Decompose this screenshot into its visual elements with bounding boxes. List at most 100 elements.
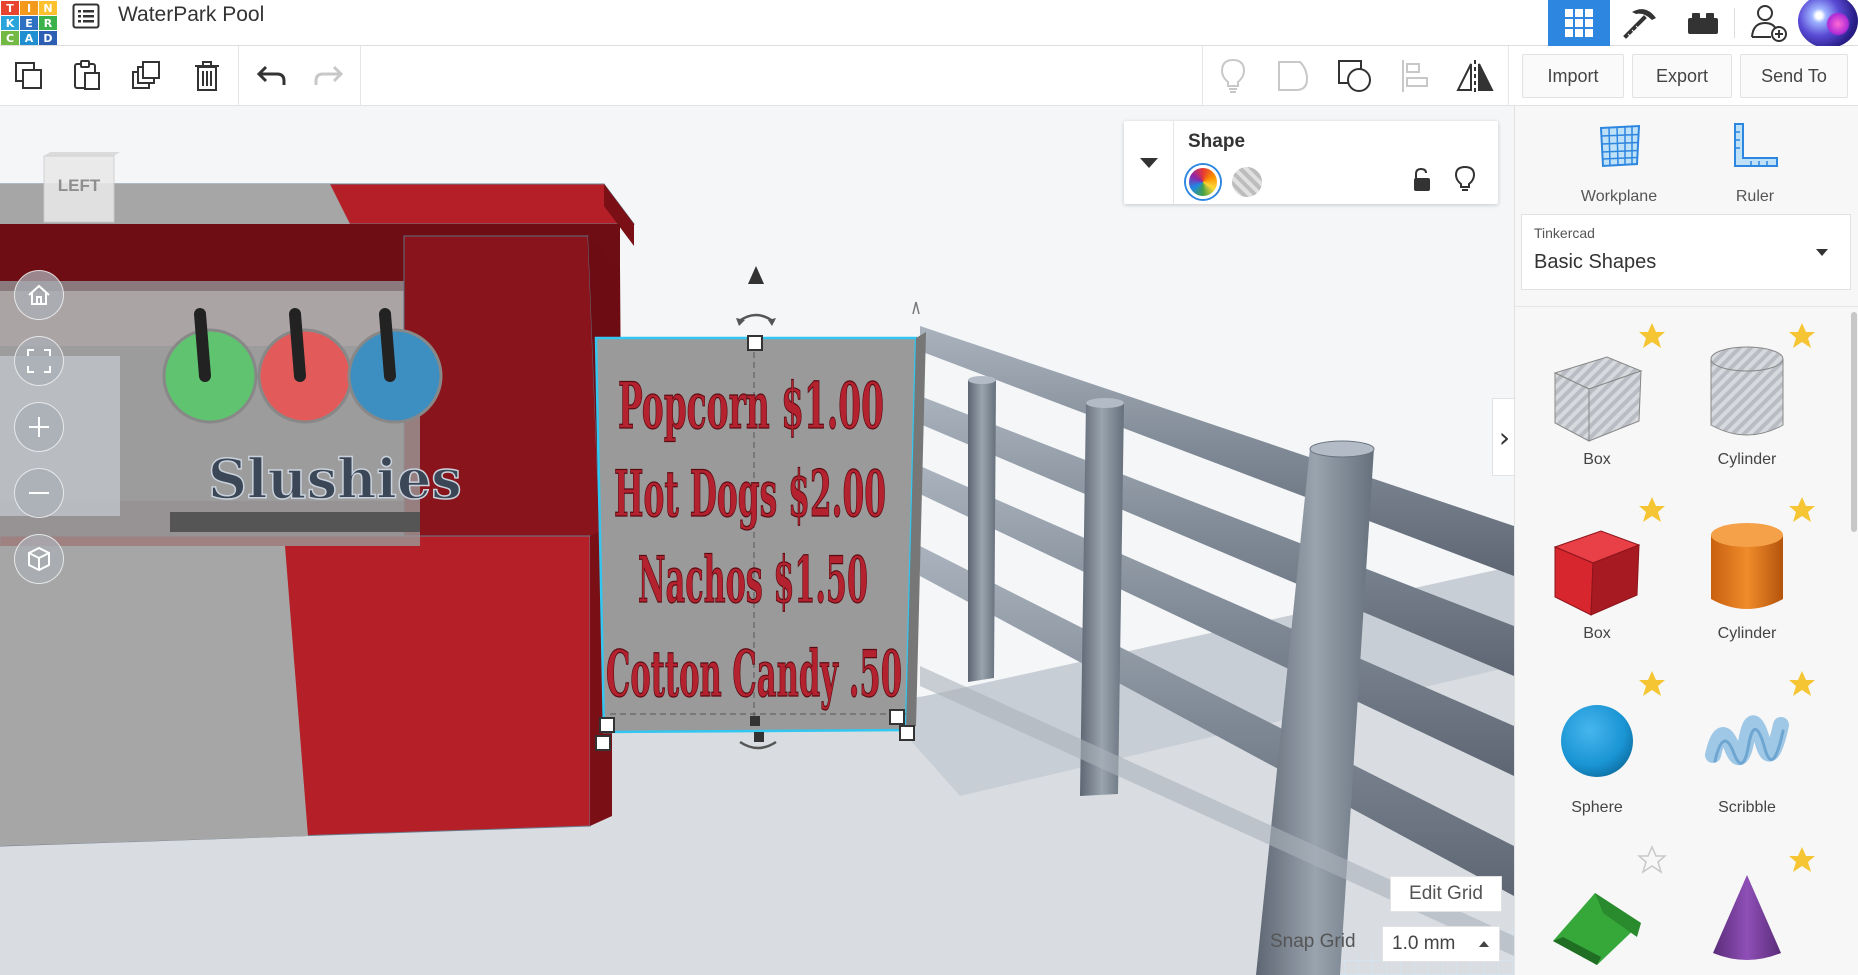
shape-sphere[interactable]: Sphere xyxy=(1527,667,1667,827)
library-provider: Tinkercad xyxy=(1534,225,1595,241)
lock-button[interactable] xyxy=(1411,167,1435,195)
shape-grid: Box Cylinder Box Cylinder Sphere Scribbl… xyxy=(1515,306,1858,975)
snap-grid-select[interactable]: 1.0 mm xyxy=(1382,926,1500,962)
import-button[interactable]: Import xyxy=(1522,54,1624,98)
box-hole-shape xyxy=(1553,356,1643,442)
align-button[interactable] xyxy=(1392,54,1438,98)
notes-button[interactable] xyxy=(1210,54,1256,98)
logo-letter: A xyxy=(20,31,38,45)
ruler-tool[interactable]: Ruler xyxy=(1695,118,1815,205)
snap-grid-label: Snap Grid xyxy=(1270,931,1356,952)
3d-design-view-button[interactable] xyxy=(1548,0,1610,46)
favorite-star-icon[interactable] xyxy=(1637,669,1667,699)
align-icon xyxy=(1402,60,1428,92)
mirror-button[interactable] xyxy=(1452,54,1498,98)
hint-button[interactable] xyxy=(1454,165,1478,195)
ungroup-icon xyxy=(1338,60,1371,92)
plus-icon xyxy=(29,417,49,437)
cone-shape xyxy=(1713,875,1781,960)
roof-shape xyxy=(1553,893,1641,965)
favorite-star-icon[interactable] xyxy=(1787,669,1817,699)
shape-roof[interactable] xyxy=(1527,843,1667,975)
toolbar-divider xyxy=(360,46,361,106)
zoom-in-button[interactable] xyxy=(14,402,64,452)
panel-toggle-button[interactable]: › xyxy=(1492,398,1516,476)
chevron-right-icon: › xyxy=(1498,420,1511,454)
sign-line-1: Popcorn $1.00 xyxy=(618,369,884,444)
home-icon xyxy=(28,284,50,305)
unlock-icon xyxy=(1414,167,1430,191)
shapes-scrollbar[interactable] xyxy=(1851,312,1857,532)
3d-viewport[interactable]: Slushies Popcorn $1.00 Hot Dogs $2.00 Na… xyxy=(0,106,1514,975)
favorite-star-icon[interactable] xyxy=(1787,845,1817,875)
solid-color-swatch[interactable] xyxy=(1186,165,1220,199)
workplane-tool[interactable]: Workplane xyxy=(1559,118,1679,205)
avatar[interactable] xyxy=(1798,0,1858,48)
caret-down-icon xyxy=(1816,249,1828,256)
scribble-shape xyxy=(1705,715,1789,765)
concession-stand[interactable] xyxy=(0,183,635,847)
cube-icon xyxy=(28,546,50,572)
logo-letter: K xyxy=(1,16,19,30)
sign-line-3: Nachos $1.50 xyxy=(638,543,868,618)
redo-button[interactable] xyxy=(306,54,352,98)
group-button[interactable] xyxy=(1270,54,1316,98)
slushies-label: Slushies xyxy=(208,447,462,511)
toolbar-divider xyxy=(238,46,239,106)
scene-canvas[interactable]: Slushies Popcorn $1.00 Hot Dogs $2.00 Na… xyxy=(0,106,1514,975)
favorite-star-icon[interactable] xyxy=(1787,321,1817,351)
invite-user-button[interactable] xyxy=(1738,0,1800,46)
logo-letter: E xyxy=(20,16,38,30)
shape-label: Box xyxy=(1583,451,1611,468)
toolbar-divider xyxy=(1508,46,1509,106)
grid-icon xyxy=(1565,9,1593,37)
perspective-toggle-button[interactable] xyxy=(14,534,64,584)
shape-cone[interactable] xyxy=(1677,843,1817,975)
home-view-button[interactable] xyxy=(14,270,64,320)
logo-letter: C xyxy=(1,31,19,45)
redo-icon xyxy=(314,65,344,85)
export-button[interactable]: Export xyxy=(1632,54,1732,98)
design-list-icon[interactable] xyxy=(72,3,100,29)
sign-line-4: Cotton Candy .50 xyxy=(606,637,902,712)
zoom-out-button[interactable] xyxy=(14,468,64,518)
box-shape xyxy=(1553,530,1641,616)
delete-button[interactable] xyxy=(184,54,230,98)
shapes-panel: Workplane Ruler Tinkercad Basic Shapes B… xyxy=(1514,106,1858,975)
hole-swatch[interactable] xyxy=(1230,165,1264,199)
logo-letter: T xyxy=(1,1,19,15)
lightbulb-icon xyxy=(1220,58,1246,93)
blocks-view-button[interactable] xyxy=(1610,0,1672,46)
logo-letter: R xyxy=(39,16,57,30)
shape-scribble[interactable]: Scribble xyxy=(1677,667,1817,827)
shape-box-hole[interactable]: Box xyxy=(1527,319,1667,479)
tinkercad-logo[interactable]: T I N K E R C A D xyxy=(0,0,57,45)
fit-view-button[interactable] xyxy=(14,336,64,386)
copy-button[interactable] xyxy=(6,54,52,98)
edit-grid-button[interactable]: Edit Grid xyxy=(1390,876,1502,912)
minus-icon xyxy=(29,492,49,494)
ungroup-button[interactable] xyxy=(1332,54,1378,98)
send-to-button[interactable]: Send To xyxy=(1740,54,1848,98)
shape-label: Cylinder xyxy=(1717,625,1777,642)
bricks-icon xyxy=(1688,13,1718,34)
design-title[interactable]: WaterPark Pool xyxy=(118,3,264,27)
shape-cylinder[interactable]: Cylinder xyxy=(1677,493,1817,653)
avatar-glow xyxy=(1826,12,1850,36)
sphere-shape xyxy=(1561,705,1633,777)
undo-button[interactable] xyxy=(248,54,294,98)
shape-box[interactable]: Box xyxy=(1527,493,1667,653)
bricks-view-button[interactable] xyxy=(1672,0,1734,46)
shape-library-select[interactable]: Tinkercad Basic Shapes xyxy=(1521,214,1851,290)
view-cube[interactable]: LEFT xyxy=(40,150,120,226)
lightbulb-icon xyxy=(1454,165,1476,191)
inspector-collapse-button[interactable] xyxy=(1124,121,1174,204)
favorite-star-icon[interactable] xyxy=(1637,321,1667,351)
shape-cylinder-hole[interactable]: Cylinder xyxy=(1677,319,1817,479)
favorite-star-icon[interactable] xyxy=(1787,495,1817,525)
favorite-star-icon[interactable] xyxy=(1637,845,1667,875)
duplicate-button[interactable] xyxy=(124,54,170,98)
paste-button[interactable] xyxy=(64,54,110,98)
group-icon xyxy=(1278,61,1309,91)
favorite-star-icon[interactable] xyxy=(1637,495,1667,525)
